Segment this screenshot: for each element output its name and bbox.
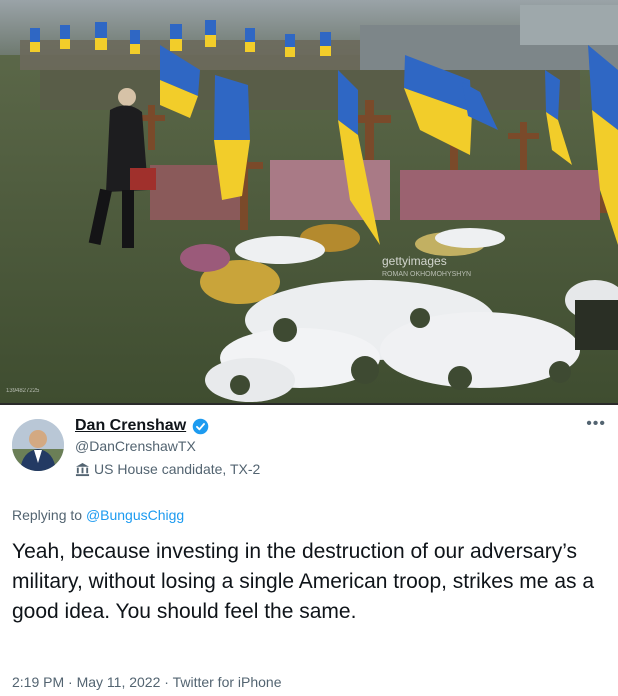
candidate-label-text: US House candidate, TX-2: [94, 461, 261, 477]
verified-badge-icon: [192, 418, 209, 434]
avatar[interactable]: [12, 419, 64, 471]
replying-prefix: Replying to: [12, 507, 83, 523]
replying-mention[interactable]: @BungusChigg: [86, 507, 184, 523]
cemetery-photo: gettyimages ROMAN OKHOMOHYSHYN 139482722…: [0, 0, 618, 403]
candidate-label: US House candidate, TX-2: [75, 461, 260, 477]
display-name[interactable]: Dan Crenshaw: [75, 417, 186, 435]
government-building-icon: [75, 462, 90, 476]
tweet-text: Yeah, because investing in the destructi…: [12, 540, 595, 623]
tweet-meta[interactable]: 2:19 PM · May 11, 2022 · Twitter for iPh…: [12, 674, 282, 690]
photo-corner-tag: 1394827225: [6, 388, 40, 394]
ellipsis-icon[interactable]: •••: [586, 415, 606, 433]
name-row: Dan Crenshaw: [75, 417, 209, 435]
tweet-card: Dan Crenshaw @DanCrenshawTX US House can…: [0, 403, 618, 696]
handle[interactable]: @DanCrenshawTX: [75, 438, 196, 454]
replying-to: Replying to @BungusChigg: [12, 507, 184, 523]
photo-credit: ROMAN OKHOMOHYSHYN: [382, 271, 471, 278]
photo-watermark: gettyimages: [382, 254, 447, 268]
